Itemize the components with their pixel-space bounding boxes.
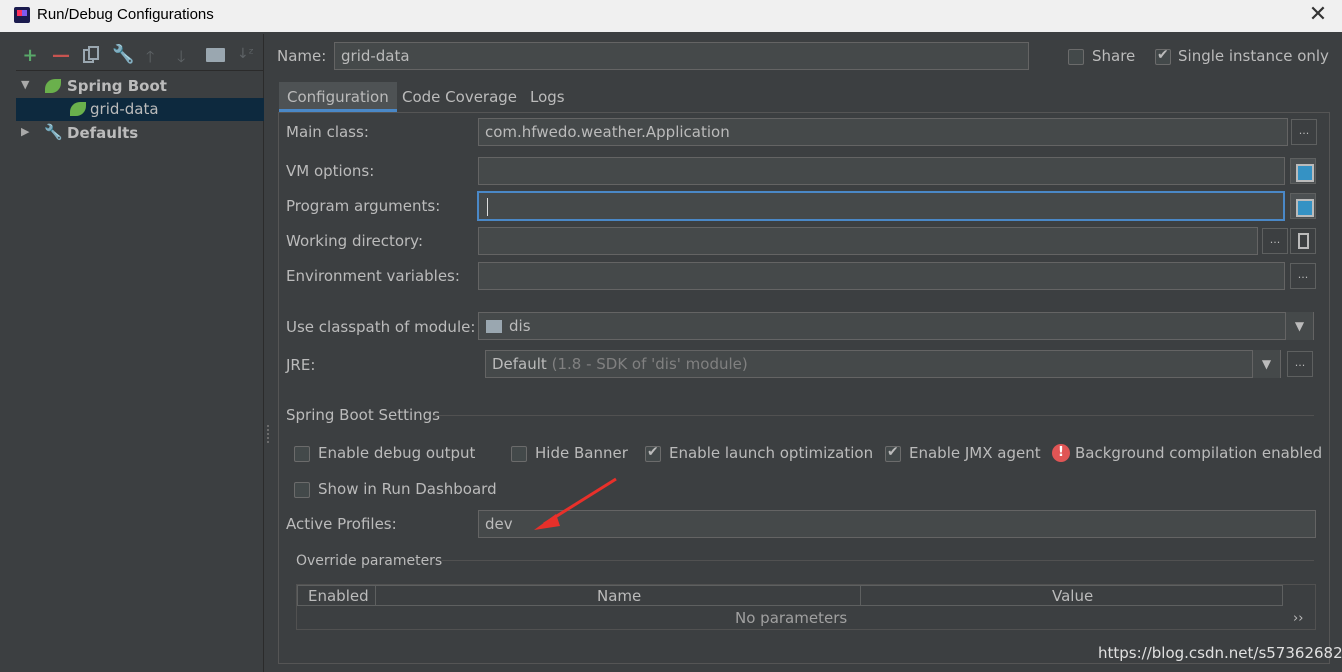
working-directory-browse-button[interactable]: ...: [1262, 228, 1288, 254]
jre-label: JRE:: [286, 356, 316, 374]
empty-table-text: No parameters: [735, 609, 848, 627]
vm-options-expand-icon[interactable]: [1290, 158, 1316, 184]
divider: [434, 415, 1314, 416]
spring-boot-icon: [45, 79, 61, 93]
chevron-down-icon[interactable]: ▼: [1252, 350, 1280, 378]
intellij-app-icon: [14, 7, 30, 23]
vm-options-input[interactable]: [478, 157, 1285, 185]
program-arguments-expand-icon[interactable]: [1290, 193, 1316, 219]
annotation-arrow: [534, 477, 617, 530]
enable-jmx-checkbox[interactable]: [885, 444, 901, 462]
active-profiles-label: Active Profiles:: [286, 515, 397, 533]
collapse-arrow-icon[interactable]: ▶: [21, 125, 33, 138]
environment-variables-label: Environment variables:: [286, 267, 460, 285]
vm-options-label: VM options:: [286, 162, 375, 180]
working-directory-label: Working directory:: [286, 232, 424, 250]
program-arguments-label: Program arguments:: [286, 197, 441, 215]
enable-debug-checkbox[interactable]: [294, 446, 310, 462]
tab-logs[interactable]: Logs: [522, 82, 573, 112]
hide-banner-checkbox[interactable]: [511, 446, 527, 462]
table-header: Enabled Name Value: [297, 585, 1283, 606]
jre-select[interactable]: Default (1.8 - SDK of 'dis' module) ▼: [485, 350, 1281, 378]
tab-configuration[interactable]: Configuration: [279, 82, 397, 112]
share-checkbox[interactable]: [1068, 49, 1084, 65]
environment-variables-browse-button[interactable]: ...: [1290, 263, 1316, 289]
main-class-browse-button[interactable]: ...: [1291, 119, 1317, 145]
jre-detail: (1.8 - SDK of 'dis' module): [551, 355, 748, 373]
spring-boot-settings-title: Spring Boot Settings: [286, 406, 440, 424]
chevron-down-icon[interactable]: ▼: [1285, 312, 1313, 340]
text-cursor: [487, 198, 488, 216]
close-icon[interactable]: ✕: [1306, 2, 1330, 28]
classpath-module-value: dis: [509, 317, 531, 335]
copy-icon[interactable]: [83, 46, 99, 65]
divider: [16, 70, 264, 71]
enable-debug-label: Enable debug output: [318, 444, 476, 462]
column-enabled[interactable]: Enabled: [308, 587, 369, 605]
show-run-dashboard-checkbox[interactable]: [294, 482, 310, 498]
main-class-input[interactable]: com.hfwedo.weather.Application: [478, 118, 1288, 146]
tree-label-spring-boot: Spring Boot: [67, 77, 167, 95]
name-label: Name:: [277, 47, 327, 65]
spring-boot-config-icon: [70, 102, 86, 116]
wrench-icon: 🔧: [44, 123, 63, 141]
title-bar: Run/Debug Configurations ✕: [0, 0, 1342, 32]
jre-value: Default: [492, 355, 547, 373]
tree-node-spring-boot[interactable]: ▼ Spring Boot: [20, 76, 260, 96]
jre-browse-button[interactable]: ...: [1287, 351, 1313, 377]
tree-node-defaults[interactable]: ▶ 🔧 Defaults: [20, 123, 260, 143]
single-instance-checkbox[interactable]: [1155, 47, 1171, 65]
working-directory-input[interactable]: [478, 227, 1258, 255]
folder-icon[interactable]: [206, 48, 225, 62]
tree-label-defaults: Defaults: [67, 124, 139, 142]
edit-defaults-icon[interactable]: 🔧: [112, 44, 134, 65]
environment-variables-input[interactable]: [478, 262, 1285, 290]
program-arguments-input[interactable]: [477, 191, 1285, 221]
sort-icon[interactable]: ↓ᶻ: [237, 46, 254, 62]
move-down-icon[interactable]: 🡓: [177, 46, 185, 73]
divider: [442, 560, 1314, 561]
main-class-label: Main class:: [286, 123, 369, 141]
share-label: Share: [1092, 47, 1136, 65]
classpath-module-select[interactable]: dis ▼: [478, 312, 1314, 340]
move-up-icon[interactable]: 🡑: [146, 46, 154, 73]
hide-banner-label: Hide Banner: [535, 444, 628, 462]
show-run-dashboard-label: Show in Run Dashboard: [318, 480, 497, 498]
column-name[interactable]: Name: [597, 587, 641, 605]
enable-jmx-label: Enable JMX agent: [909, 444, 1041, 462]
expand-arrow-icon[interactable]: ▼: [21, 78, 33, 91]
background-compilation-label: Background compilation enabled: [1075, 444, 1323, 462]
enable-launch-optimization-checkbox[interactable]: [645, 444, 661, 462]
tab-code-coverage[interactable]: Code Coverage: [394, 82, 525, 112]
tree-node-grid-data[interactable]: grid-data: [16, 98, 264, 121]
watermark-text: https://blog.csdn.net/s573626822: [1098, 644, 1342, 662]
override-parameters-table: Enabled Name Value No parameters ››: [296, 584, 1316, 630]
name-input[interactable]: grid-data: [334, 42, 1029, 70]
tree-label-grid-data: grid-data: [90, 100, 159, 118]
override-parameters-title: Override parameters: [296, 553, 443, 569]
window-title: Run/Debug Configurations: [37, 6, 214, 23]
macros-icon[interactable]: [1290, 228, 1316, 254]
column-value[interactable]: Value: [1052, 587, 1093, 605]
splitter-handle[interactable]: [267, 425, 271, 443]
classpath-module-label: Use classpath of module:: [286, 318, 476, 336]
enable-launch-optimization-label: Enable launch optimization: [669, 444, 874, 462]
single-instance-label: Single instance only: [1178, 47, 1329, 65]
more-actions-icon[interactable]: ››: [1293, 611, 1303, 626]
module-folder-icon: [486, 320, 502, 333]
remove-icon[interactable]: —: [51, 46, 71, 66]
add-icon[interactable]: +: [20, 46, 40, 66]
warning-icon: !: [1052, 444, 1070, 462]
